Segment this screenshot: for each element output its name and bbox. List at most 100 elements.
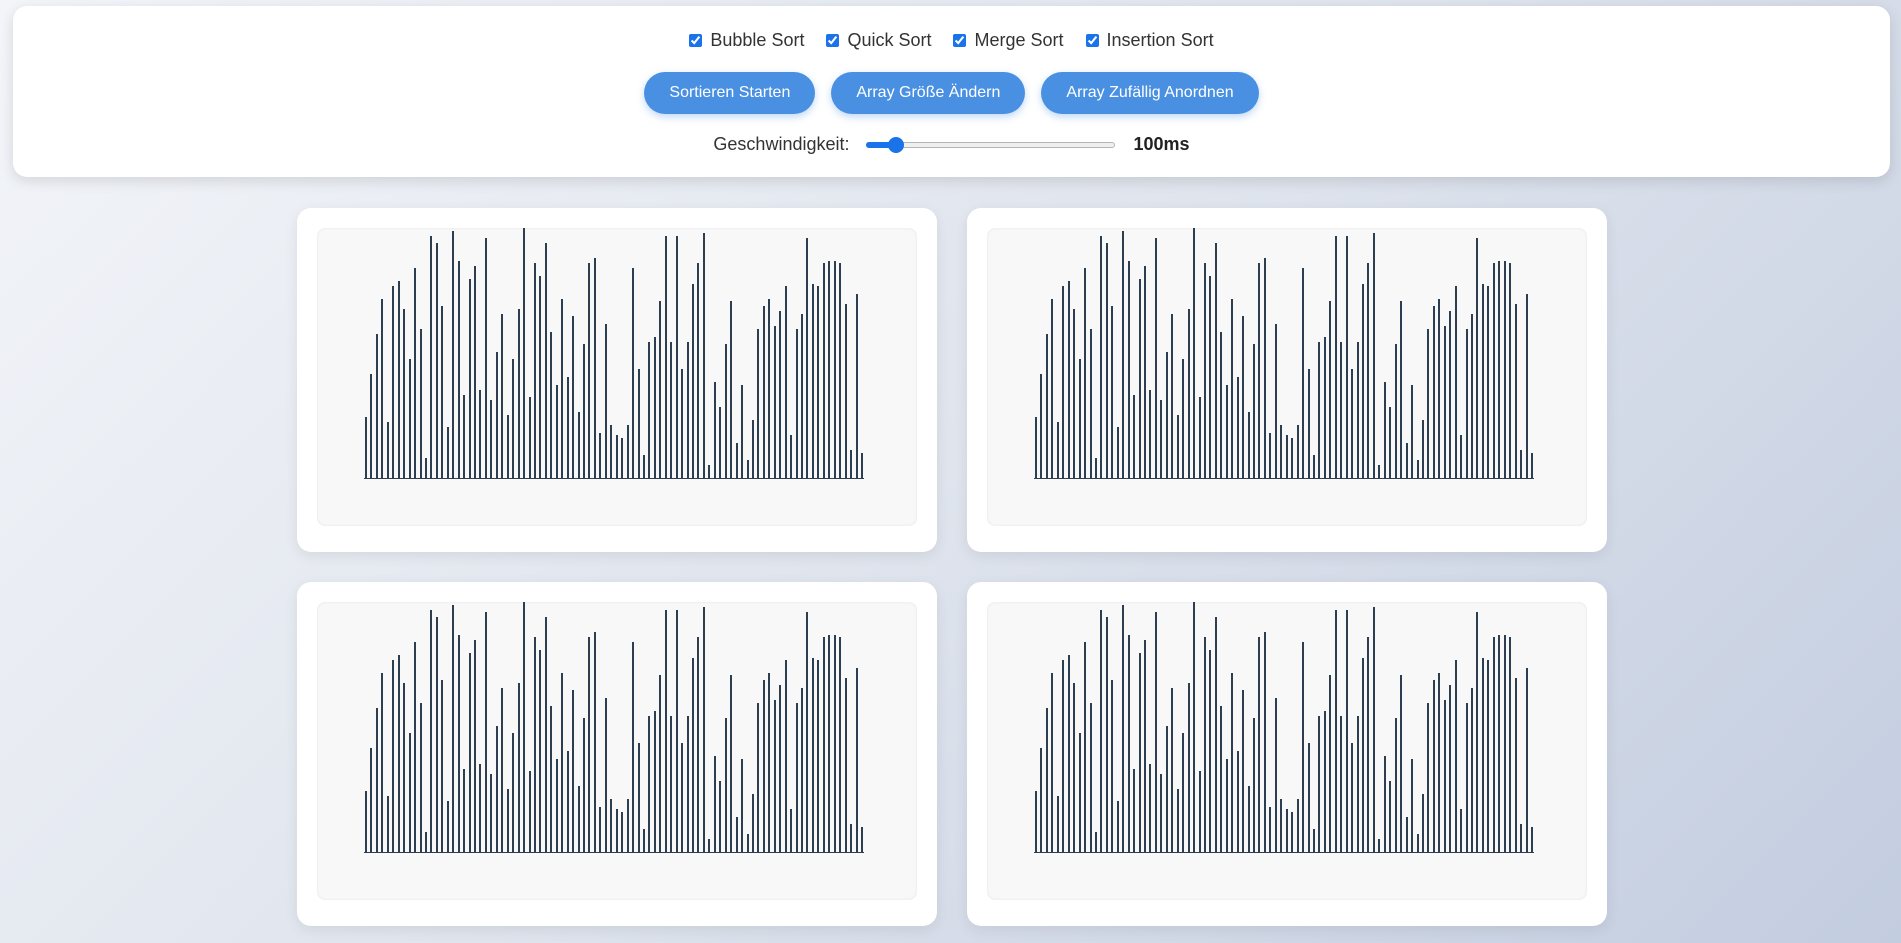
array-bar xyxy=(687,716,689,852)
array-bar xyxy=(1117,801,1119,852)
insertion-sort-checkbox[interactable] xyxy=(1085,34,1099,47)
array-bar xyxy=(1466,329,1468,478)
array-bar xyxy=(1160,774,1162,852)
array-bar xyxy=(518,683,520,852)
array-bar xyxy=(1182,733,1184,852)
array-bar xyxy=(550,706,552,852)
array-bar xyxy=(1406,443,1408,478)
array-bar xyxy=(376,334,378,478)
array-bar xyxy=(1509,637,1511,852)
shuffle-array-button[interactable]: Array Zufällig Anordnen xyxy=(1041,72,1259,114)
bars-baseline xyxy=(1034,478,1534,479)
array-bar xyxy=(381,299,383,478)
array-bar xyxy=(1438,299,1440,478)
array-bar xyxy=(730,675,732,852)
array-bar xyxy=(1373,607,1375,852)
array-bar xyxy=(523,602,525,852)
array-bar xyxy=(1291,812,1293,852)
array-bar xyxy=(1079,359,1081,478)
array-bar xyxy=(452,605,454,852)
array-bar xyxy=(1291,438,1293,478)
array-bar xyxy=(1313,829,1315,852)
bars-baseline xyxy=(364,478,864,479)
array-bar xyxy=(1144,640,1146,852)
array-bar xyxy=(621,438,623,478)
array-bar xyxy=(561,299,563,478)
array-bar xyxy=(1269,433,1271,478)
merge-sort-checkbox[interactable] xyxy=(953,34,967,47)
array-bar xyxy=(796,329,798,478)
array-bar xyxy=(1384,382,1386,478)
array-bar xyxy=(1449,311,1451,478)
array-bar xyxy=(1057,422,1059,478)
array-bar xyxy=(763,680,765,852)
array-bar xyxy=(403,309,405,478)
array-bar xyxy=(370,748,372,852)
array-bar xyxy=(670,342,672,478)
array-bar xyxy=(774,700,776,852)
array-bar xyxy=(856,294,858,478)
array-bar xyxy=(747,460,749,478)
array-bar xyxy=(1133,395,1135,478)
array-bar xyxy=(621,812,623,852)
checkbox-quick-sort[interactable]: Quick Sort xyxy=(826,30,931,51)
array-bar xyxy=(1367,637,1369,852)
array-bar xyxy=(469,279,471,478)
array-bar xyxy=(496,352,498,478)
array-bar xyxy=(779,311,781,478)
array-bar xyxy=(747,834,749,852)
bars-baseline xyxy=(1034,852,1534,853)
array-bar xyxy=(1242,690,1244,852)
array-bar xyxy=(1427,329,1429,478)
start-sorting-button[interactable]: Sortieren Starten xyxy=(644,72,816,114)
bubble-sort-checkbox[interactable] xyxy=(689,34,703,47)
speed-slider-thumb[interactable] xyxy=(887,136,904,153)
change-array-size-button[interactable]: Array Größe Ändern xyxy=(831,72,1026,114)
array-bar xyxy=(479,390,481,478)
array-bar xyxy=(1073,309,1075,478)
array-bar xyxy=(458,635,460,852)
array-bar xyxy=(1035,791,1037,852)
array-bar xyxy=(1324,711,1326,852)
array-bar xyxy=(785,660,787,852)
array-bar xyxy=(420,703,422,852)
array-bar xyxy=(1100,236,1102,478)
array-bar xyxy=(512,359,514,478)
array-bar xyxy=(1149,764,1151,852)
speed-slider[interactable] xyxy=(865,136,1115,153)
array-bar xyxy=(1335,610,1337,852)
array-bar xyxy=(523,228,525,478)
array-bar xyxy=(1209,276,1211,478)
array-bar xyxy=(1313,455,1315,478)
array-bar xyxy=(1302,268,1304,478)
array-bar xyxy=(1444,326,1446,478)
array-bar xyxy=(681,743,683,852)
quick-sort-checkbox[interactable] xyxy=(826,34,840,47)
checkbox-bubble-sort[interactable]: Bubble Sort xyxy=(689,30,804,51)
array-bar xyxy=(1346,610,1348,852)
array-bar xyxy=(1346,236,1348,478)
array-bar xyxy=(1509,263,1511,478)
array-bar xyxy=(1438,673,1440,852)
array-bar xyxy=(1166,352,1168,478)
array-bar xyxy=(823,637,825,852)
array-bar xyxy=(370,374,372,478)
array-bar xyxy=(1204,637,1206,852)
array-bar xyxy=(490,774,492,852)
array-bar xyxy=(392,286,394,478)
array-bar xyxy=(1449,685,1451,852)
array-bar xyxy=(1062,286,1064,478)
merge-sort-canvas xyxy=(317,602,917,900)
action-buttons: Sortieren Starten Array Größe Ändern Arr… xyxy=(13,72,1890,114)
checkbox-insertion-sort[interactable]: Insertion Sort xyxy=(1085,30,1214,51)
array-bar xyxy=(1504,635,1506,852)
array-bar xyxy=(1378,839,1380,852)
array-bar xyxy=(518,309,520,478)
array-bar xyxy=(839,263,841,478)
array-bar xyxy=(1340,716,1342,852)
array-bar xyxy=(714,382,716,478)
array-bar xyxy=(817,286,819,478)
checkbox-merge-sort[interactable]: Merge Sort xyxy=(953,30,1064,51)
array-bar xyxy=(1515,678,1517,852)
array-bar xyxy=(1171,688,1173,852)
